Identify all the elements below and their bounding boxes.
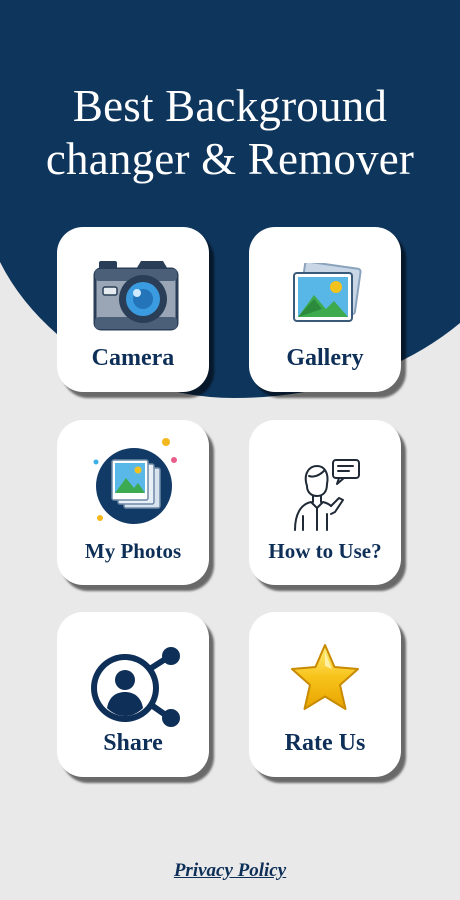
help-person-icon — [249, 420, 401, 540]
how-to-use-label: How to Use? — [268, 539, 382, 563]
rate-us-label: Rate Us — [284, 730, 366, 756]
my-photos-label: My Photos — [84, 539, 182, 563]
rate-us-button[interactable]: Rate Us — [249, 612, 401, 777]
photos-stack-icon — [57, 420, 209, 540]
camera-icon — [57, 227, 209, 347]
share-button[interactable]: Share — [57, 612, 209, 777]
app-title: Best Background changer & Remover — [0, 80, 460, 186]
app-title-line2: changer & Remover — [45, 134, 415, 184]
share-icon — [57, 612, 209, 732]
gallery-icon — [249, 227, 401, 347]
how-to-use-button[interactable]: How to Use? — [249, 420, 401, 585]
my-photos-button[interactable]: My Photos — [57, 420, 209, 585]
app-title-line1: Best Background — [72, 81, 388, 131]
privacy-policy-link[interactable]: Privacy Policy — [0, 860, 460, 882]
camera-button[interactable]: Camera — [57, 227, 209, 392]
camera-label: Camera — [91, 345, 175, 371]
gallery-label: Gallery — [286, 345, 364, 371]
star-icon — [249, 612, 401, 732]
gallery-button[interactable]: Gallery — [249, 227, 401, 392]
share-label: Share — [103, 730, 163, 756]
